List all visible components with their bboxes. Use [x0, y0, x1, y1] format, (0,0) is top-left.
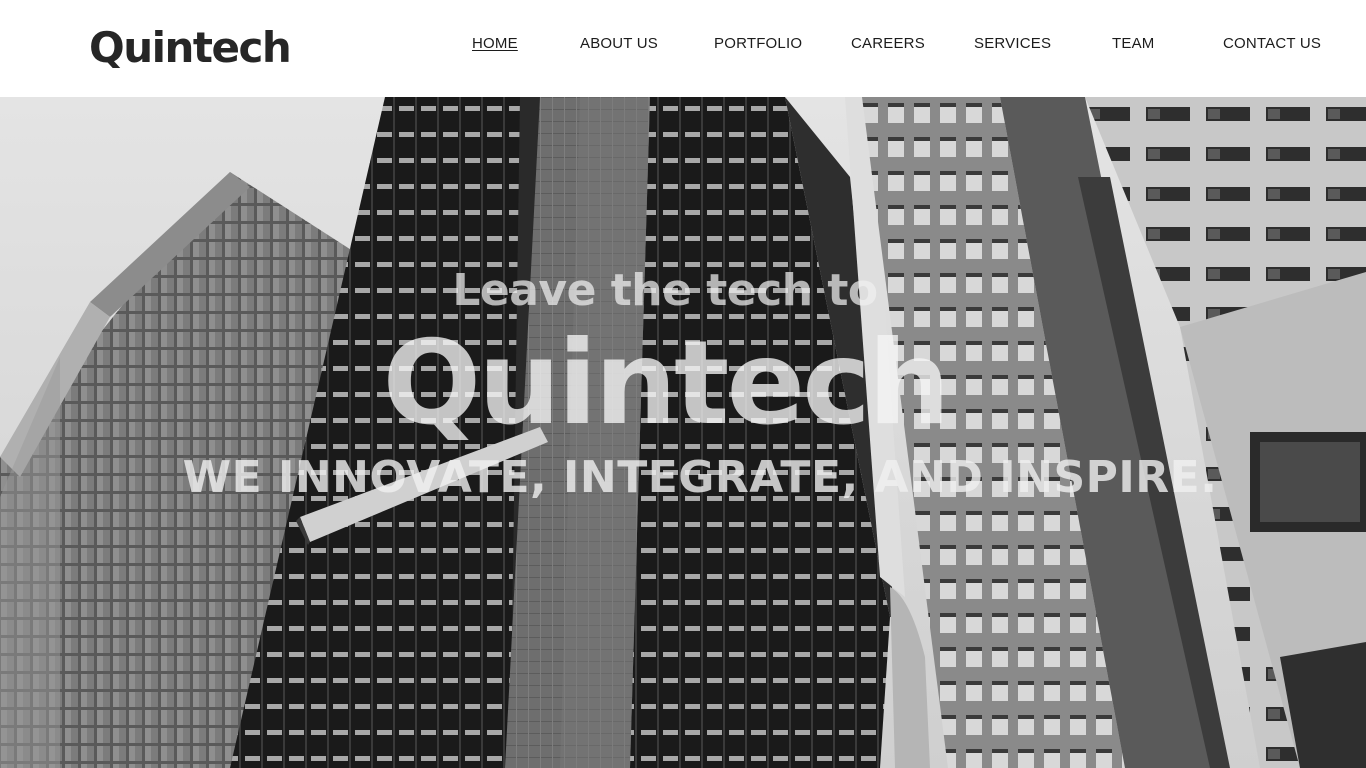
site-logo[interactable]: Quintech	[89, 22, 292, 74]
hero-brand-title: Quintech	[382, 316, 950, 451]
hero-tagline: Leave the tech to	[452, 265, 878, 316]
hero-motto: WE INNOVATE, INTEGRATE, AND INSPIRE.	[182, 452, 1218, 503]
nav-team[interactable]: TEAM	[1112, 35, 1154, 53]
nav-services[interactable]: SERVICES	[974, 35, 1051, 53]
nav-careers[interactable]: CAREERS	[851, 35, 925, 53]
site-header: Quintech HOME ABOUT US PORTFOLIO CAREERS…	[0, 0, 1366, 97]
nav-contact-us[interactable]: CONTACT US	[1223, 35, 1321, 53]
nav-home[interactable]: HOME	[472, 35, 518, 53]
nav-about-us[interactable]: ABOUT US	[580, 35, 658, 53]
nav-portfolio[interactable]: PORTFOLIO	[714, 35, 802, 53]
hero-section: Leave the tech to Quintech WE INNOVATE, …	[0, 97, 1366, 768]
